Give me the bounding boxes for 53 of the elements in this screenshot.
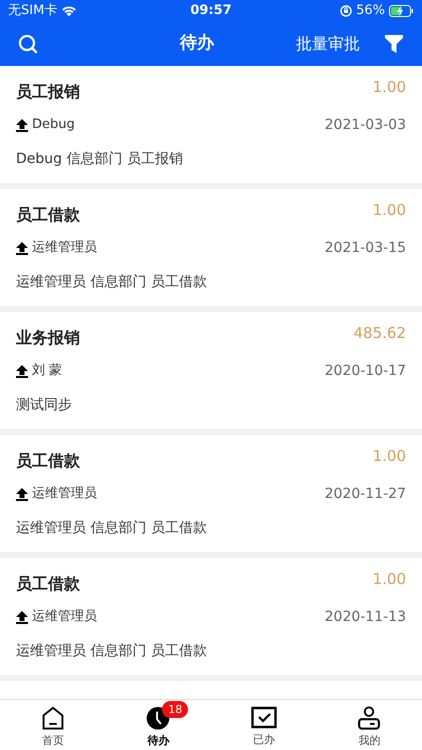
- tab-item[interactable]: 已办: [211, 700, 316, 750]
- tab-item[interactable]: 我的: [316, 700, 422, 750]
- amount-text: 1.00: [372, 569, 406, 590]
- date-text: 2021-03-03: [324, 116, 406, 135]
- home-icon: [40, 706, 65, 730]
- summary-text: 测试同步: [16, 396, 73, 415]
- request-title: 员工借款: [16, 204, 80, 226]
- summary-text: 运维管理员 信息部门 员工借款: [16, 642, 208, 661]
- rotation-lock-icon: [340, 5, 352, 17]
- checkbox-icon: [250, 706, 277, 730]
- count-badge: 18: [162, 701, 188, 718]
- upload-icon: [16, 118, 28, 132]
- request-title: 员工报销: [16, 81, 80, 103]
- upload-icon: [16, 364, 28, 378]
- summary-text: Debug 信息部门 员工报销: [16, 150, 184, 169]
- request-card[interactable]: 员工报销 1.00 Debug 2021-03-03 Debug 信息部门 员工报销: [0, 66, 422, 183]
- amount-text: 1.00: [372, 200, 406, 221]
- amount-text: 485.62: [354, 323, 406, 344]
- date-text: 2020-11-13: [324, 608, 406, 627]
- request-card[interactable]: 员工借款 1.00 运维管理员 2020-11-27 运维管理员 信息部门 员工借款: [0, 435, 422, 552]
- battery-percent: 56%: [356, 2, 386, 20]
- upload-icon: [16, 488, 28, 500]
- user-icon: [357, 706, 382, 730]
- carrier-text: 无SIM卡: [8, 2, 58, 20]
- search-icon[interactable]: [18, 34, 38, 54]
- submitter-name: 刘 蒙: [32, 362, 62, 380]
- request-title: 员工借款: [16, 573, 80, 595]
- upload-icon: [16, 610, 28, 624]
- submitter-name: 运维管理员: [32, 608, 97, 626]
- amount-text: 1.00: [372, 77, 406, 98]
- summary-text: 运维管理员 信息部门 员工借款: [16, 519, 208, 538]
- clock-text: 09:57: [190, 2, 232, 20]
- amount-text: 1.00: [372, 446, 406, 467]
- date-text: 2021-03-15: [324, 239, 406, 258]
- submitter-name: Debug: [32, 116, 75, 134]
- tab-item[interactable]: 首页: [0, 700, 106, 750]
- wifi-icon: [61, 5, 78, 17]
- submitter-name: 运维管理员: [32, 485, 97, 503]
- summary-text: 运维管理员 信息部门 员工借款: [16, 273, 208, 292]
- request-card[interactable]: 业务报销 485.62 刘 蒙 2020-10-17 测试同步: [0, 312, 422, 429]
- page-title: 待办: [180, 33, 214, 54]
- submitter-name: 运维管理员: [32, 239, 97, 257]
- date-text: 2020-11-27: [324, 485, 406, 504]
- request-card[interactable]: 员工借款 1.00 运维管理员 2020-11-13 运维管理员 信息部门 员工借款: [0, 558, 422, 675]
- filter-icon[interactable]: [384, 34, 404, 54]
- upload-icon: [16, 242, 28, 254]
- request-title: 员工借款: [16, 450, 80, 472]
- batch-approve-button[interactable]: 批量审批: [296, 32, 360, 56]
- date-text: 2020-10-17: [324, 362, 406, 381]
- request-card[interactable]: 员工借款 1.00 运维管理员 2021-03-15 运维管理员 信息部门 员工借款: [0, 189, 422, 306]
- request-title: 业务报销: [16, 327, 80, 349]
- tab-item[interactable]: 待办 18: [106, 700, 211, 750]
- battery-charging-icon: [389, 5, 414, 17]
